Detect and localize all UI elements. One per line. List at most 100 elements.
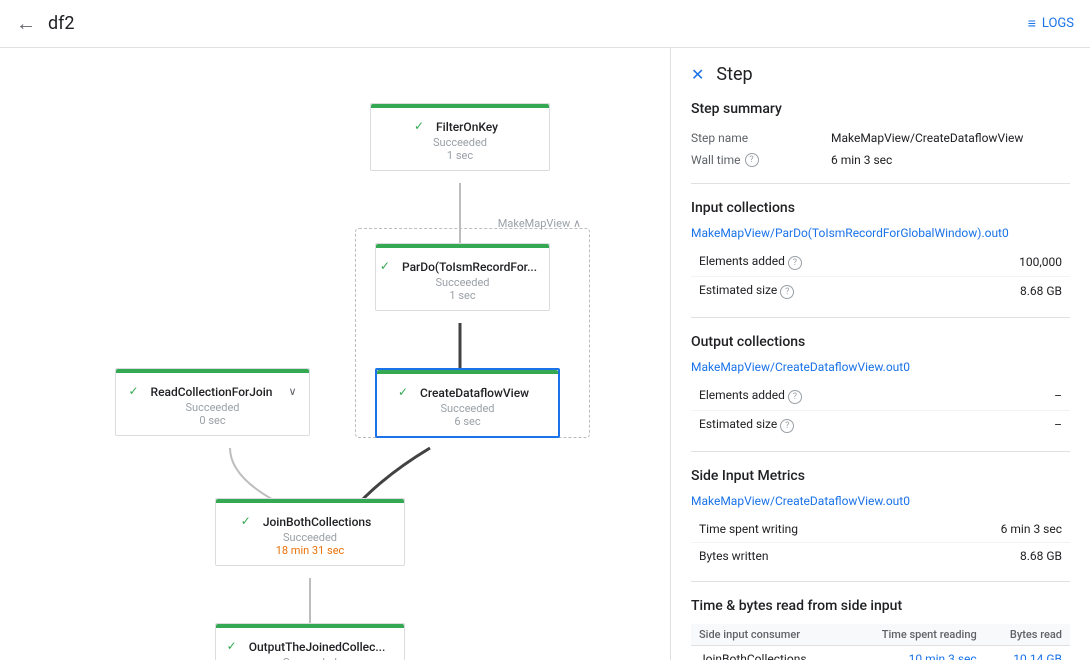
output-elements-row: Elements added ? – [691, 382, 1070, 411]
check-icon-read: ✓ [128, 384, 138, 398]
group-label: MakeMapView ∧ [498, 217, 581, 230]
side-input-collection-name[interactable]: MakeMapView/CreateDataflowView.out0 [691, 494, 1070, 508]
node-status-join: Succeeded [232, 531, 388, 544]
col-consumer: Side input consumer [691, 624, 846, 646]
output-section-title: Output collections [691, 334, 1070, 350]
node-inner-read: ✓ ReadCollectionForJoin ∨ Succeeded 0 se… [116, 373, 309, 435]
separator-3 [691, 451, 1070, 452]
main-content: MakeMapView ∧ ✓ FilterOnKey Succeeded 1 … [0, 48, 1090, 660]
input-collection-name[interactable]: MakeMapView/ParDo(ToIsmRecordForGlobalWi… [691, 226, 1070, 240]
separator-1 [691, 183, 1070, 184]
check-icon-pardo: ✓ [380, 259, 390, 273]
output-elements-value: – [1007, 382, 1070, 411]
output-size-help[interactable]: ? [780, 419, 794, 433]
step-name-row: Step name MakeMapView/CreateDataflowView [691, 127, 1070, 149]
check-icon-filteronkey: ✓ [414, 119, 424, 133]
step-panel: ✕ Step Step summary Step name MakeMapVie… [670, 48, 1090, 660]
node-inner-pardo: ✓ ParDo(ToIsmRecordFor... Succeeded 1 se… [376, 248, 549, 310]
node-inner-output: ✓ OutputTheJoinedCollec... Succeeded 18 … [216, 628, 404, 660]
separator-2 [691, 317, 1070, 318]
app-header: ← df2 ≡ LOGS [0, 0, 1090, 48]
logs-label: LOGS [1042, 16, 1074, 31]
node-readcollection[interactable]: ✓ ReadCollectionForJoin ∨ Succeeded 0 se… [115, 368, 310, 436]
node-title-wrap-read: ✓ ReadCollectionForJoin ∨ [132, 381, 293, 401]
node-title-create: CreateDataflowView [412, 382, 537, 402]
bytes-written-label: Bytes written [691, 543, 918, 570]
output-size-value: – [1007, 411, 1070, 440]
step-close-button[interactable]: ✕ [691, 65, 704, 84]
input-section-title: Input collections [691, 200, 1070, 216]
check-icon-output: ✓ [227, 639, 237, 653]
node-joinboth[interactable]: ✓ JoinBothCollections Succeeded 18 min 3… [215, 498, 405, 566]
time-writing-label: Time spent writing [691, 516, 918, 543]
node-status-output: Succeeded [232, 656, 388, 660]
node-title-pardo: ParDo(ToIsmRecordFor... [394, 256, 545, 276]
time-bytes-data-row: JoinBothCollections10 min 3 sec10.14 GB [691, 646, 1070, 660]
node-inner-filteronkey: ✓ FilterOnKey Succeeded 1 sec [371, 108, 549, 170]
node-title-wrap-output: ✓ OutputTheJoinedCollec... [232, 636, 388, 656]
node-status-pardo: Succeeded [392, 276, 533, 289]
node-inner-create: ✓ CreateDataflowView Succeeded 6 sec [377, 374, 558, 436]
time-bytes-header-row: Side input consumer Time spent reading B… [691, 624, 1070, 646]
input-elements-value: 100,000 [945, 248, 1070, 277]
side-input-section-title: Side Input Metrics [691, 468, 1070, 484]
bytes-written-row: Bytes written 8.68 GB [691, 543, 1070, 570]
node-time-create: 6 sec [393, 415, 542, 428]
separator-4 [691, 581, 1070, 582]
wall-time-label: Wall time ? [691, 153, 831, 167]
logs-icon: ≡ [1028, 15, 1036, 32]
input-size-value: 8.68 GB [945, 277, 1070, 306]
step-panel-header: ✕ Step [691, 64, 1070, 85]
input-elements-label: Elements added ? [691, 248, 945, 277]
side-input-metrics-table: Time spent writing 6 min 3 sec Bytes wri… [691, 516, 1070, 569]
input-elements-row: Elements added ? 100,000 [691, 248, 1070, 277]
graph-container: MakeMapView ∧ ✓ FilterOnKey Succeeded 1 … [0, 48, 640, 660]
expand-icon-read: ∨ [288, 385, 296, 398]
step-panel-title: Step [716, 64, 752, 85]
node-time-filteronkey: 1 sec [387, 149, 533, 162]
col-time-reading: Time spent reading [846, 624, 985, 646]
time-writing-row: Time spent writing 6 min 3 sec [691, 516, 1070, 543]
output-size-label: Estimated size ? [691, 411, 1007, 440]
check-icon-join: ✓ [241, 514, 251, 528]
back-button[interactable]: ← [16, 11, 36, 36]
input-elements-help[interactable]: ? [788, 256, 802, 270]
time-writing-value: 6 min 3 sec [918, 516, 1070, 543]
output-elements-label: Elements added ? [691, 382, 1007, 411]
output-elements-help[interactable]: ? [788, 390, 802, 404]
input-size-label: Estimated size ? [691, 277, 945, 306]
input-size-row: Estimated size ? 8.68 GB [691, 277, 1070, 306]
page-title: df2 [48, 13, 1016, 34]
time-bytes-section-title: Time & bytes read from side input [691, 598, 1070, 614]
wall-time-row: Wall time ? 6 min 3 sec [691, 149, 1070, 171]
node-time-read: 0 sec [132, 414, 293, 427]
output-size-row: Estimated size ? – [691, 411, 1070, 440]
col-bytes-read: Bytes read [985, 624, 1070, 646]
logs-button[interactable]: ≡ LOGS [1028, 15, 1074, 32]
graph-panel[interactable]: MakeMapView ∧ ✓ FilterOnKey Succeeded 1 … [0, 48, 670, 660]
input-collections-table: Elements added ? 100,000 Estimated size … [691, 248, 1070, 305]
input-size-help[interactable]: ? [780, 285, 794, 299]
wall-time-help-icon[interactable]: ? [745, 153, 759, 167]
node-title-join: JoinBothCollections [255, 511, 379, 531]
node-createdataflowview[interactable]: ✓ CreateDataflowView Succeeded 6 sec [375, 368, 560, 438]
node-title-wrap-create: ✓ CreateDataflowView [393, 382, 542, 402]
output-collections-table: Elements added ? – Estimated size ? – [691, 382, 1070, 439]
node-output[interactable]: ✓ OutputTheJoinedCollec... Succeeded 18 … [215, 623, 405, 660]
node-pardo[interactable]: ✓ ParDo(ToIsmRecordFor... Succeeded 1 se… [375, 243, 550, 311]
node-title-filteronkey: FilterOnKey [428, 116, 506, 136]
node-status-filteronkey: Succeeded [387, 136, 533, 149]
node-filteronkey[interactable]: ✓ FilterOnKey Succeeded 1 sec [370, 103, 550, 171]
wall-time-value: 6 min 3 sec [831, 153, 892, 167]
node-title-wrap: ✓ FilterOnKey [387, 116, 533, 136]
node-status-read: Succeeded [132, 401, 293, 414]
bytes-written-value: 8.68 GB [918, 543, 1070, 570]
check-icon-create: ✓ [398, 385, 408, 399]
output-collection-name[interactable]: MakeMapView/CreateDataflowView.out0 [691, 360, 1070, 374]
summary-section-title: Step summary [691, 101, 1070, 117]
time-bytes-table: Side input consumer Time spent reading B… [691, 624, 1070, 660]
node-title-wrap-pardo: ✓ ParDo(ToIsmRecordFor... [392, 256, 533, 276]
node-title-output: OutputTheJoinedCollec... [241, 636, 394, 656]
node-status-create: Succeeded [393, 402, 542, 415]
node-time-join: 18 min 31 sec [232, 544, 388, 557]
